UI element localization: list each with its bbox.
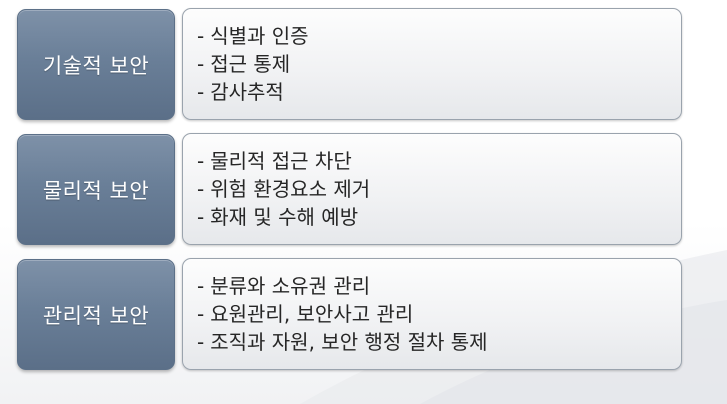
category-label: 기술적 보안	[42, 53, 150, 78]
bullet-dash: -	[197, 205, 205, 229]
category-items-box: - 물리적 접근 차단 - 위험 환경요소 제거 - 화재 및 수해 예방	[182, 133, 682, 245]
list-item: - 감사추적	[197, 78, 681, 106]
list-item: - 화재 및 수해 예방	[197, 203, 681, 231]
category-label-box: 물리적 보안	[17, 134, 175, 245]
list-item-text: 화재 및 수해 예방	[210, 205, 359, 229]
category-row: 관리적 보안 - 분류와 소유권 관리 - 요원관리, 보안사고 관리 - 조직과 자…	[17, 258, 682, 370]
list-item: - 요원관리, 보안사고 관리	[197, 300, 681, 328]
bullet-dash: -	[197, 52, 205, 76]
bullet-dash: -	[197, 149, 205, 173]
category-row: 물리적 보안 - 물리적 접근 차단 - 위험 환경요소 제거 - 화재 및 수해 예…	[17, 133, 682, 245]
bullet-dash: -	[197, 24, 205, 48]
category-label: 물리적 보안	[42, 178, 150, 203]
bullet-dash: -	[197, 274, 205, 298]
list-item-text: 요원관리, 보안사고 관리	[210, 302, 414, 326]
bullet-dash: -	[197, 80, 205, 104]
list-item: - 물리적 접근 차단	[197, 147, 681, 175]
category-row: 기술적 보안 - 식별과 인증 - 접근 통제 - 감사추적	[17, 8, 682, 120]
list-item-text: 조직과 자원, 보안 행정 절차 통제	[210, 330, 488, 354]
category-items-box: - 분류와 소유권 관리 - 요원관리, 보안사고 관리 - 조직과 자원, 보안 행…	[182, 258, 682, 370]
category-items-box: - 식별과 인증 - 접근 통제 - 감사추적	[182, 8, 682, 120]
bullet-dash: -	[197, 302, 205, 326]
bullet-dash: -	[197, 330, 205, 354]
list-item: - 조직과 자원, 보안 행정 절차 통제	[197, 328, 681, 356]
list-item: - 식별과 인증	[197, 22, 681, 50]
list-item-text: 분류와 소유권 관리	[210, 274, 371, 298]
list-item: - 위험 환경요소 제거	[197, 175, 681, 203]
list-item: - 분류와 소유권 관리	[197, 272, 681, 300]
category-label-box: 관리적 보안	[17, 259, 175, 370]
bullet-dash: -	[197, 177, 205, 201]
list-item-text: 식별과 인증	[210, 24, 309, 48]
list-item-text: 물리적 접근 차단	[210, 149, 352, 173]
category-label-box: 기술적 보안	[17, 9, 175, 120]
list-item-text: 위험 환경요소 제거	[210, 177, 371, 201]
category-label: 관리적 보안	[42, 303, 150, 328]
list-item-text: 감사추적	[210, 80, 284, 104]
security-categories-diagram: 기술적 보안 - 식별과 인증 - 접근 통제 - 감사추적 물리적 보안 - 물리적 …	[0, 0, 727, 404]
list-item: - 접근 통제	[197, 50, 681, 78]
list-item-text: 접근 통제	[210, 52, 291, 76]
